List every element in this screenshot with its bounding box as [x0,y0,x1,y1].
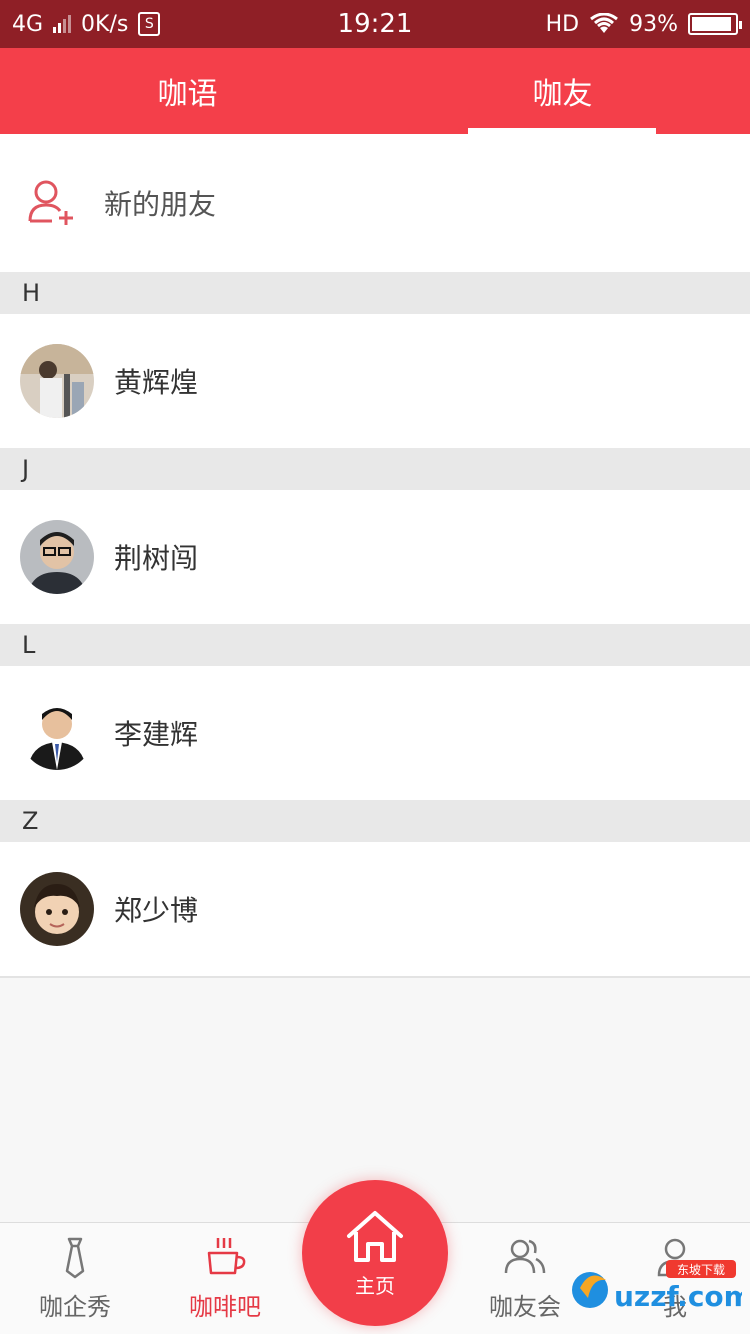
section-header: Z [0,800,750,842]
wifi-icon [590,13,619,33]
new-friend-row[interactable]: 新的朋友 [0,134,750,272]
status-right: HD 93% [545,11,742,37]
section-header: J [0,448,750,490]
signal-icon [53,15,72,33]
avatar [20,520,94,594]
top-tabs: 咖语 咖友 [0,48,750,134]
network-type: 4G [12,11,44,37]
watermark-text: uzzf.com [614,1280,742,1313]
watermark-badge: 东坡下载 [677,1263,725,1277]
uzzf-watermark-logo: 东坡下载 uzzf.com [572,1260,742,1313]
contact-row[interactable]: 黄辉煌 [0,314,750,448]
battery-icon [688,13,742,35]
section-header: L [0,624,750,666]
new-friend-label: 新的朋友 [104,188,217,221]
nav-label: 咖啡吧 [189,1293,261,1321]
contact-name: 黄辉煌 [114,366,199,399]
nav-item-qixiu[interactable]: 咖企秀 [0,1223,150,1334]
home-label: 主页 [355,1273,395,1298]
contact-row[interactable]: 荆树闯 [0,490,750,624]
users-icon [504,1239,546,1274]
nav-label: 咖友会 [489,1293,561,1321]
nav-label: 咖企秀 [39,1293,111,1321]
contact-row[interactable]: 李建辉 [0,666,750,800]
sim-icon: S [138,12,161,36]
battery-percent: 93% [629,11,678,37]
tab-kayou[interactable]: 咖友 [375,48,750,134]
list-end-divider [0,976,750,978]
contact-name: 荆树闯 [114,542,199,575]
add-user-icon [28,180,73,225]
contact-name: 李建辉 [114,718,199,751]
avatar [20,344,94,418]
contact-row[interactable]: 郑少博 [0,842,750,976]
nav-item-kafeiba[interactable]: 咖啡吧 [150,1223,300,1334]
tab-kayu[interactable]: 咖语 [0,48,375,134]
avatar [20,872,94,946]
home-button[interactable]: 主页 [302,1180,448,1326]
contact-name: 郑少博 [114,894,199,927]
network-speed: 0K/s [81,11,129,37]
coffee-cup-icon [207,1238,246,1275]
status-bar: 4G 0K/s S 19:21 HD 93% [0,0,750,48]
status-left: 4G 0K/s S [12,11,161,37]
contact-list: 新的朋友 H 黄辉煌 J 荆树闯 L 李建辉 Z 郑少博 [0,134,750,978]
tie-icon [65,1237,85,1279]
tab-label: 咖语 [157,77,218,112]
tab-label: 咖友 [532,77,593,112]
home-icon [347,1210,403,1262]
section-header: H [0,272,750,314]
hd-label: HD [545,11,580,37]
avatar [20,696,94,770]
